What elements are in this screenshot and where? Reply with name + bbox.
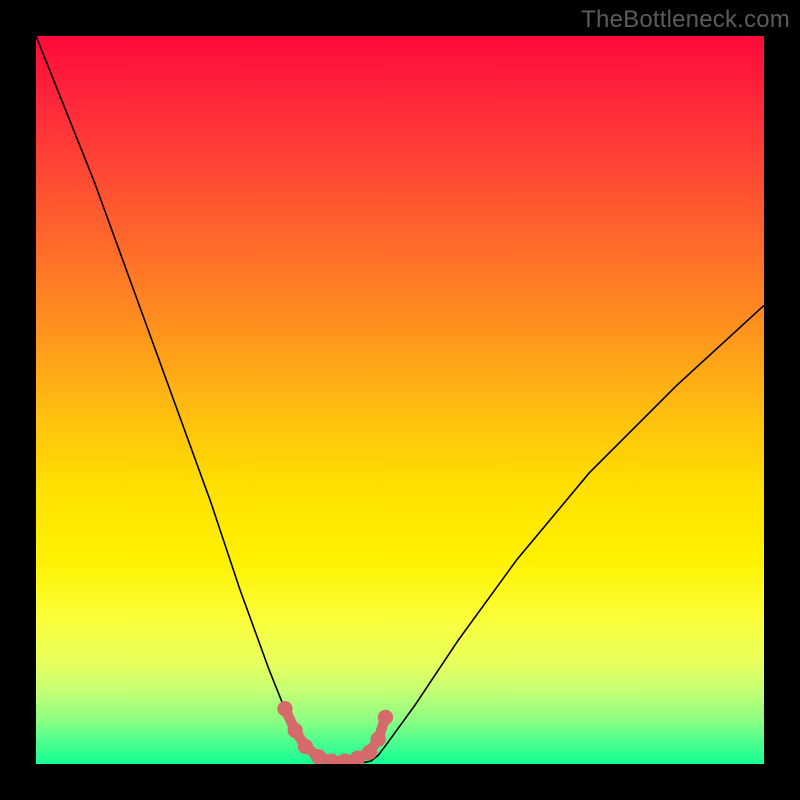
- watermark-text: TheBottleneck.com: [581, 6, 790, 34]
- chart-frame: TheBottleneck.com: [0, 0, 800, 800]
- plot-area: [36, 36, 764, 764]
- trough-marker: [277, 701, 393, 764]
- bottleneck-curve: [36, 36, 764, 764]
- curve-layer: [36, 36, 764, 764]
